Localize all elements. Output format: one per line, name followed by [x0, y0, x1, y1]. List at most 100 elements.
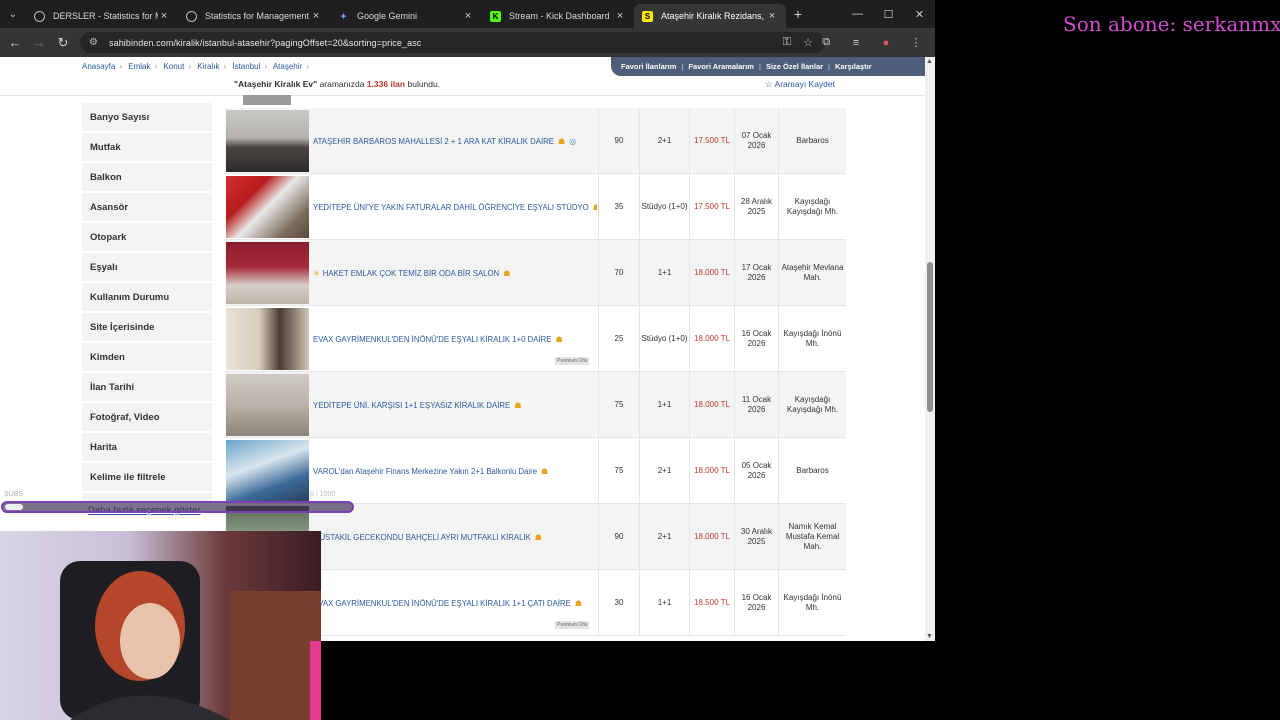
tab-dersler[interactable]: DERSLER - Statistics for Mana ×	[26, 4, 178, 28]
profile-avatar[interactable]: ●	[873, 32, 899, 53]
scrollbar-thumb[interactable]	[927, 262, 933, 412]
close-icon[interactable]: ×	[310, 10, 322, 22]
result-bar: "Ataşehir Kiralık Ev" aramanızda 1.336 i…	[0, 76, 925, 96]
listing-title[interactable]: YEDİTEPE ÜNİ'YE YAKIN FATURALAR DAHİL ÖĞ…	[313, 174, 597, 240]
filter-in-site[interactable]: Site İçerisinde	[82, 313, 212, 343]
filter-balcony[interactable]: Balkon	[82, 163, 212, 193]
listing-row[interactable]: YEDİTEPE ÜNİ. KARŞISI 1+1 EŞYASIZ KİRALI…	[225, 372, 846, 438]
result-suffix: bulundu.	[407, 79, 441, 89]
listing-row[interactable]: ATAŞEHİR BARBAROS MAHALLESİ 2 + 1 ARA KA…	[225, 108, 846, 174]
reload-icon[interactable]: ↻	[51, 35, 75, 51]
listing-title[interactable]: MÜSTAKİL GECEKONDU BAHÇELİ AYRI MUTFAKLI…	[313, 504, 597, 570]
listing-title[interactable]: ✳ HAKET EMLAK ÇOK TEMİZ BİR ODA BİR SALON…	[313, 240, 597, 306]
listing-m2: 25	[598, 306, 639, 372]
result-middle-text: aramanızda	[319, 79, 365, 89]
listing-title-text[interactable]: HAKET EMLAK ÇOK TEMİZ BİR ODA BİR SALON	[323, 269, 499, 278]
filter-map[interactable]: Harita	[82, 433, 212, 463]
filter-date[interactable]: İlan Tarihi	[82, 373, 212, 403]
tab-search-icon[interactable]: ⌄	[0, 0, 26, 28]
close-icon[interactable]: ×	[158, 10, 170, 22]
globe-icon	[186, 10, 197, 22]
breadcrumb-item[interactable]: Ataşehir	[273, 62, 302, 71]
site-info-icon[interactable]: ⚙	[89, 37, 101, 48]
breadcrumb-item[interactable]: Emlak	[128, 62, 150, 71]
scroll-down-icon[interactable]: ▼	[926, 633, 933, 640]
media-icon[interactable]: ≡	[843, 32, 869, 53]
filter-parking[interactable]: Otopark	[82, 223, 212, 253]
breadcrumb-item[interactable]: Anasayfa	[82, 62, 115, 71]
listing-row[interactable]: YEDİTEPE ÜNİ'YE YAKIN FATURALAR DAHİL ÖĞ…	[225, 174, 846, 240]
listing-title[interactable]: ATAŞEHİR BARBAROS MAHALLESİ 2 + 1 ARA KA…	[313, 108, 597, 174]
back-icon[interactable]: ←	[3, 35, 27, 50]
filter-furnished[interactable]: Eşyalı	[82, 253, 212, 283]
featured-icon: ☗	[558, 136, 566, 146]
listing-row[interactable]: ✳ HAKET EMLAK ÇOK TEMİZ BİR ODA BİR SALON…	[225, 240, 846, 306]
extensions-icon[interactable]: ⧉	[813, 32, 839, 53]
filter-elevator[interactable]: Asansör	[82, 193, 212, 223]
favorite-listings-link[interactable]: Favori İlanlarım	[621, 62, 676, 71]
close-icon[interactable]: ×	[462, 10, 474, 22]
password-key-icon[interactable]: ⚿	[783, 36, 791, 49]
minimize-icon[interactable]: —	[842, 0, 873, 28]
previous-listing-thumbnail[interactable]	[243, 95, 291, 105]
listing-photo[interactable]	[226, 440, 309, 502]
listing-title-text[interactable]: EVAX GAYRİMENKUL'DEN İNÖNÜ'DE EŞYALI KİR…	[313, 599, 571, 608]
listing-photo[interactable]	[226, 374, 309, 436]
new-tab-icon[interactable]: +	[786, 6, 810, 22]
listing-title-text[interactable]: YEDİTEPE ÜNİ. KARŞISI 1+1 EŞYASIZ KİRALI…	[313, 401, 510, 410]
listing-title[interactable]: VAROL'dan Ataşehir Finans Merkezine Yakı…	[313, 438, 597, 504]
listing-title-text[interactable]: ATAŞEHİR BARBAROS MAHALLESİ 2 + 1 ARA KA…	[313, 137, 554, 146]
menu-icon[interactable]: ⋮	[903, 32, 929, 53]
filter-usage[interactable]: Kullanım Durumu	[82, 283, 212, 313]
tab-kick[interactable]: K Stream - Kick Dashboard ×	[482, 4, 634, 28]
forward-icon[interactable]: →	[27, 35, 51, 50]
listing-price: 17.500 TL	[689, 108, 734, 174]
tab-atasehir[interactable]: S Ataşehir Kiralık Rezidans, Villa ×	[634, 4, 786, 28]
filter-bathrooms[interactable]: Banyo Sayısı	[82, 103, 212, 133]
search-query: "Ataşehir Kiralık Ev"	[234, 79, 318, 89]
listing-photo[interactable]	[226, 242, 309, 304]
filter-kitchen[interactable]: Mutfak	[82, 133, 212, 163]
close-icon[interactable]: ×	[766, 10, 778, 22]
url-text[interactable]: sahibinden.com/kiralik/istanbul-atasehir…	[109, 38, 783, 48]
scroll-up-icon[interactable]: ▲	[926, 58, 933, 65]
listing-location: Barbaros	[778, 108, 846, 174]
tab-title: Google Gemini	[357, 11, 418, 21]
listing-row[interactable]: EVAX GAYRİMENKUL'DEN İNÖNÜ'DE EŞYALI KİR…	[225, 306, 846, 372]
bookmark-star-icon[interactable]: ☆	[803, 36, 813, 49]
close-icon[interactable]: ×	[614, 10, 626, 22]
webcam-image	[0, 531, 321, 720]
filter-keyword[interactable]: Kelime ile filtrele	[82, 463, 212, 493]
listing-date: 16 Ocak 2026	[734, 306, 778, 372]
listing-title-text[interactable]: VAROL'dan Ataşehir Finans Merkezine Yakı…	[313, 467, 537, 476]
listing-photo[interactable]	[226, 176, 309, 238]
filter-photo-video[interactable]: Fotoğraf, Video	[82, 403, 212, 433]
page-scrollbar[interactable]: ▲ ▼	[925, 57, 935, 641]
listing-date: 07 Ocak 2026	[734, 108, 778, 174]
maximize-icon[interactable]: ☐	[873, 0, 904, 28]
kick-icon: K	[490, 10, 501, 22]
listing-title-text[interactable]: EVAX GAYRİMENKUL'DEN İNÖNÜ'DE EŞYALI KİR…	[313, 335, 551, 344]
compare-link[interactable]: Karşılaştır	[835, 62, 872, 71]
save-search-link[interactable]: ☆ Aramayı Kaydet	[765, 79, 835, 90]
goal-progress-fill	[5, 504, 23, 510]
listing-title-text[interactable]: MÜSTAKİL GECEKONDU BAHÇELİ AYRI MUTFAKLI…	[313, 533, 531, 542]
listing-rooms: 1+1	[639, 240, 689, 306]
listing-price: 18.000 TL	[689, 372, 734, 438]
filter-from[interactable]: Kimden	[82, 343, 212, 373]
close-window-icon[interactable]: ✕	[904, 0, 935, 28]
listing-m2: 75	[598, 438, 639, 504]
tab-bar: ⌄ DERSLER - Statistics for Mana × Statis…	[0, 0, 935, 28]
listing-title[interactable]: YEDİTEPE ÜNİ. KARŞISI 1+1 EŞYASIZ KİRALI…	[313, 372, 597, 438]
breadcrumb-item[interactable]: İstanbul	[232, 62, 260, 71]
listing-title-text[interactable]: YEDİTEPE ÜNİ'YE YAKIN FATURALAR DAHİL ÖĞ…	[313, 203, 589, 212]
tab-gemini[interactable]: ✦ Google Gemini ×	[330, 4, 482, 28]
special-listings-link[interactable]: Size Özel İlanlar	[766, 62, 823, 71]
breadcrumb-item[interactable]: Konut	[163, 62, 184, 71]
address-bar[interactable]: ⚙ sahibinden.com/kiralik/istanbul-ataseh…	[80, 32, 825, 53]
tab-statistics[interactable]: Statistics for Management I ×	[178, 4, 330, 28]
listing-photo[interactable]	[226, 110, 309, 172]
breadcrumb-item[interactable]: Kiralık	[197, 62, 219, 71]
favorite-searches-link[interactable]: Favori Aramalarım	[688, 62, 754, 71]
listing-photo[interactable]	[226, 308, 309, 370]
